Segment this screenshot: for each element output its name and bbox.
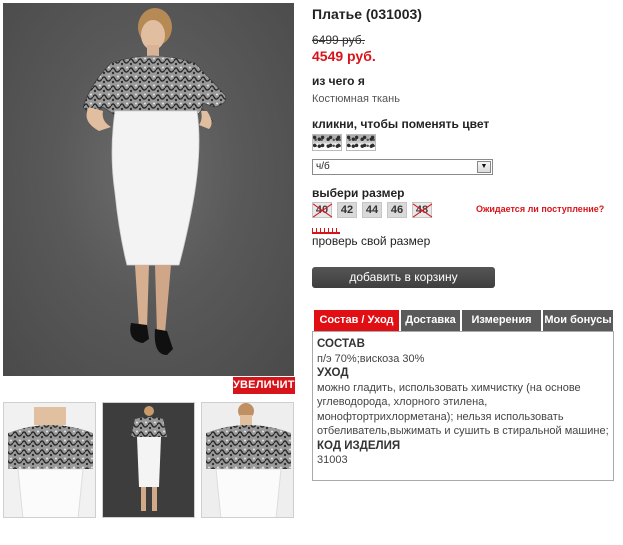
size-label: выбери размер [312,186,405,200]
product-title: Платье (031003) [312,6,422,22]
chevron-down-icon[interactable]: ▼ [477,161,491,173]
size-option-40[interactable]: 40 [312,202,332,218]
size-option-46[interactable]: 46 [387,202,407,218]
thumbnail-image [206,403,291,517]
thumbnail-1[interactable] [3,402,96,518]
size-check-link[interactable]: проверь свой размер [312,234,430,248]
add-to-cart-button[interactable]: добавить в корзину [312,267,495,288]
info-tabs: Состав / Уход Доставка Измерения Мои бон… [312,310,614,331]
main-product-photo[interactable] [3,3,294,376]
color-select[interactable]: ч/б ▼ [312,159,493,175]
tab-measurements[interactable]: Измерения [462,310,541,331]
zoom-button[interactable]: УВЕЛИЧИТЬ [233,377,303,394]
product-code: 31003 [317,454,348,466]
color-swatch-1[interactable] [312,134,342,151]
composition-heading: СОСТАВ [317,338,365,350]
color-select-value: ч/б [316,161,330,172]
model-figure [82,8,227,355]
thumbnail-2[interactable] [102,402,195,518]
tab-my-bonuses[interactable]: Мои бонусы [543,310,613,331]
thumbnail-3[interactable] [201,402,294,518]
product-code-heading: КОД ИЗДЕЛИЯ [317,439,401,452]
care-heading: УХОД [317,367,349,379]
size-option-42[interactable]: 42 [337,202,357,218]
tab-delivery[interactable]: Доставка [401,310,460,331]
color-label: кликни, чтобы поменять цвет [312,117,490,131]
composition-text: п/э 70%;вискоза 30% [317,352,425,365]
sale-price: 4549 руб. [312,48,376,64]
material-label: из чего я [312,74,365,88]
tab-panel: СОСТАВ п/э 70%;вискоза 30% УХОД можно гл… [312,331,614,481]
size-option-44[interactable]: 44 [362,202,382,218]
thumbnail-image [8,407,93,517]
care-text: можно гладить, использовать химчистку (н… [317,381,609,438]
old-price: 6499 руб. [312,33,365,47]
material-value: Костюмная ткань [312,93,400,105]
color-swatch-2[interactable] [346,134,376,151]
thumbnail-image [131,406,167,511]
size-option-48[interactable]: 48 [412,202,432,218]
restock-inquiry-link[interactable]: Ожидается ли поступление? [476,204,604,214]
tab-composition-care[interactable]: Состав / Уход [314,310,399,331]
